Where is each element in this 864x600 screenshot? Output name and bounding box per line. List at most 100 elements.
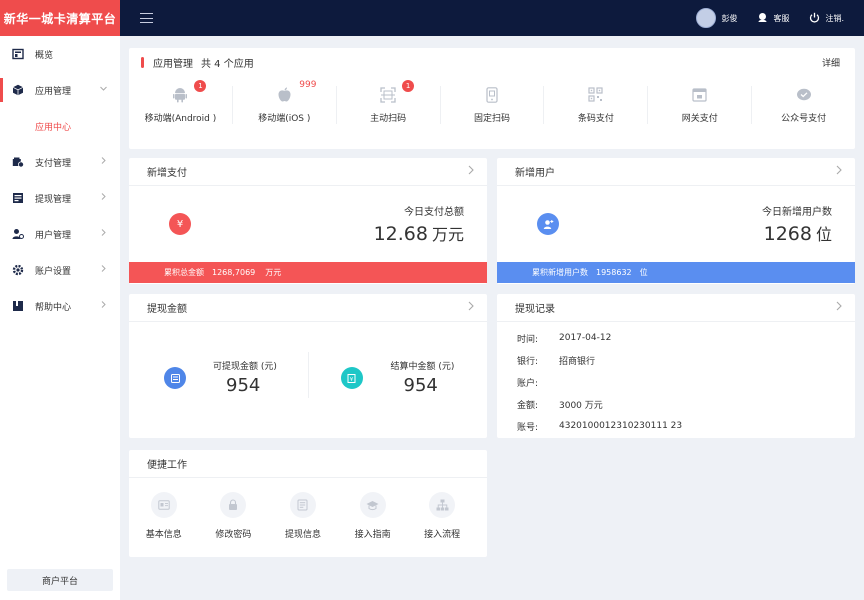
customer-service-link[interactable]: 客服: [757, 12, 789, 25]
topbar-actions: 彭俊 客服 注销.: [696, 0, 844, 36]
quick-label: 基本信息: [145, 530, 182, 540]
quick-access-flow[interactable]: 接入流程: [407, 492, 477, 540]
record-value: 2017-04-12: [559, 333, 612, 343]
chevron-right-icon: [99, 300, 108, 312]
record-value: 3000 万元: [559, 400, 603, 411]
app-badge: 1: [402, 80, 415, 92]
android-icon: [170, 86, 190, 103]
record-key: 账号:: [517, 422, 539, 433]
sidebar-item-label: 提现管理: [35, 194, 72, 205]
app-label: 条码支付: [577, 114, 614, 124]
user-menu[interactable]: 彭俊: [696, 8, 737, 28]
quick-label: 接入流程: [424, 530, 461, 540]
app-fixed-scan[interactable]: 固定扫码: [441, 86, 545, 124]
total-users-value: 1958632: [596, 268, 632, 277]
apple-icon: [274, 86, 294, 103]
total-amount-unit: 万元: [265, 268, 282, 277]
payment-icon: [12, 156, 24, 168]
record-row: 账户:: [517, 371, 855, 393]
sidebar-item-label: 用户管理: [35, 230, 72, 241]
payment-value-number: 12.68: [373, 223, 428, 245]
record-row: 账号: 4320100012310230111 23: [517, 415, 855, 437]
app-label: 公众号支付: [781, 114, 827, 124]
chevron-right-icon: [99, 264, 108, 276]
new-payment-card: 新增支付 ¥ 今日支付总额 12.68 万元 累积总金额 1268,7069 万元: [129, 158, 487, 284]
sidebar-item-label: 支付管理: [35, 158, 72, 169]
total-amount-label: 累积总金额: [164, 268, 204, 277]
new-payment-title: 新增支付: [147, 168, 187, 179]
new-users-body: 今日新增用户数 1268 位: [497, 186, 855, 262]
wallet-icon: [164, 367, 186, 389]
sidebar-item-user-management[interactable]: 用户管理: [0, 216, 120, 252]
logout-label: 注销.: [825, 13, 844, 23]
book-icon: [12, 300, 24, 312]
withdraw-icon: [12, 192, 24, 204]
withdraw-record-card: 提现记录 时间: 2017-04-12 银行: 招商银行 账户: 金额: 3000 万…: [497, 294, 855, 438]
overview-icon: [12, 48, 24, 60]
new-users-card: 新增用户 今日新增用户数 1268 位 累积新增用户数 1958632 位: [497, 158, 855, 284]
app-label: 移动端(iOS ): [258, 114, 311, 124]
chevron-right-icon[interactable]: [835, 165, 843, 178]
avatar: [696, 8, 717, 28]
sidebar-item-withdraw[interactable]: 提现管理: [0, 180, 120, 216]
merchant-platform-button[interactable]: 商户平台: [7, 569, 113, 591]
user-manage-icon: [12, 228, 24, 240]
detail-link[interactable]: 详细: [822, 56, 840, 69]
app-official-account-pay[interactable]: 公众号支付: [752, 86, 855, 124]
record-row: 银行: 招商银行: [517, 349, 855, 371]
app-badge: 1: [194, 80, 207, 92]
user-add-icon: [537, 213, 559, 235]
total-amount-value: 1268,7069: [212, 268, 256, 277]
app-ios[interactable]: 999 移动端(iOS ): [233, 80, 337, 124]
logout-link[interactable]: 注销.: [809, 12, 844, 25]
sidebar-subitem-app-center[interactable]: 应用中心: [0, 108, 120, 144]
app-management-card: 应用管理 共 4 个应用 详细 1 移动端(Android ) 999 移动端(…: [129, 48, 855, 149]
chevron-right-icon: [99, 228, 108, 240]
available-amount-value: 954: [226, 375, 261, 396]
title-accent-bar: [141, 56, 144, 68]
app-android[interactable]: 1 移动端(Android ): [129, 80, 233, 124]
record-key: 银行:: [517, 356, 539, 367]
sidebar-item-overview[interactable]: 概览: [0, 36, 120, 72]
withdraw-amount-header: 提现金额: [129, 294, 487, 322]
menu-toggle-icon[interactable]: [140, 13, 153, 23]
record-key: 金额:: [517, 400, 539, 411]
quick-work-title: 便捷工作: [147, 460, 187, 471]
sidebar-item-label: 概览: [35, 50, 54, 61]
sidebar-item-account-settings[interactable]: 账户设置: [0, 252, 120, 288]
chevron-right-icon[interactable]: [835, 301, 843, 314]
sidebar-nav: 概览 应用管理 应用中心 支付管理 提现管理 用户管理 账户设置 帮助中心: [0, 36, 120, 324]
box-icon: [12, 84, 24, 96]
sidebar-item-app-management[interactable]: 应用管理: [0, 72, 120, 108]
brand-title: 新华一城卡清算平台: [0, 0, 120, 36]
gear-icon: [12, 264, 24, 276]
sidebar-item-label: 帮助中心: [35, 302, 72, 313]
chevron-down-icon: [99, 84, 108, 96]
record-key: 账户:: [517, 378, 539, 389]
chevron-right-icon[interactable]: [467, 165, 475, 178]
app-card-header: 应用管理 共 4 个应用 详细: [129, 48, 855, 76]
chat-check-icon: [794, 86, 814, 103]
app-active-scan[interactable]: 1 主动扫码: [337, 80, 441, 124]
quick-withdraw-info[interactable]: 提现信息: [268, 492, 338, 540]
record-key: 时间:: [517, 334, 539, 345]
phone-scan-icon: [482, 86, 502, 103]
new-payment-body: ¥ 今日支付总额 12.68 万元: [129, 186, 487, 262]
sidebar-item-help-center[interactable]: 帮助中心: [0, 288, 120, 324]
total-users-label: 累积新增用户数: [532, 268, 588, 277]
quick-basic-info[interactable]: 基本信息: [129, 492, 199, 540]
record-value: 4320100012310230111 23: [559, 421, 683, 431]
quick-access-guide[interactable]: 接入指南: [338, 492, 408, 540]
app-barcode-pay[interactable]: 条码支付: [544, 86, 649, 124]
topbar: 彭俊 客服 注销.: [120, 0, 864, 36]
app-badge: 999: [299, 80, 317, 90]
sidebar-item-payment[interactable]: 支付管理: [0, 144, 120, 180]
quick-change-password[interactable]: 修改密码: [199, 492, 269, 540]
customer-service-label: 客服: [773, 13, 790, 23]
chevron-right-icon[interactable]: [467, 301, 475, 314]
app-gateway-pay[interactable]: 网关支付: [648, 86, 753, 124]
settling-amount-value: 954: [403, 375, 438, 396]
sidebar: 新华一城卡清算平台 概览 应用管理 应用中心 支付管理 提现管理 用户管理 账户…: [0, 0, 120, 600]
withdraw-record-list: 时间: 2017-04-12 银行: 招商银行 账户: 金额: 3000 万元 账号:…: [497, 322, 855, 437]
headset-icon: [757, 12, 768, 25]
